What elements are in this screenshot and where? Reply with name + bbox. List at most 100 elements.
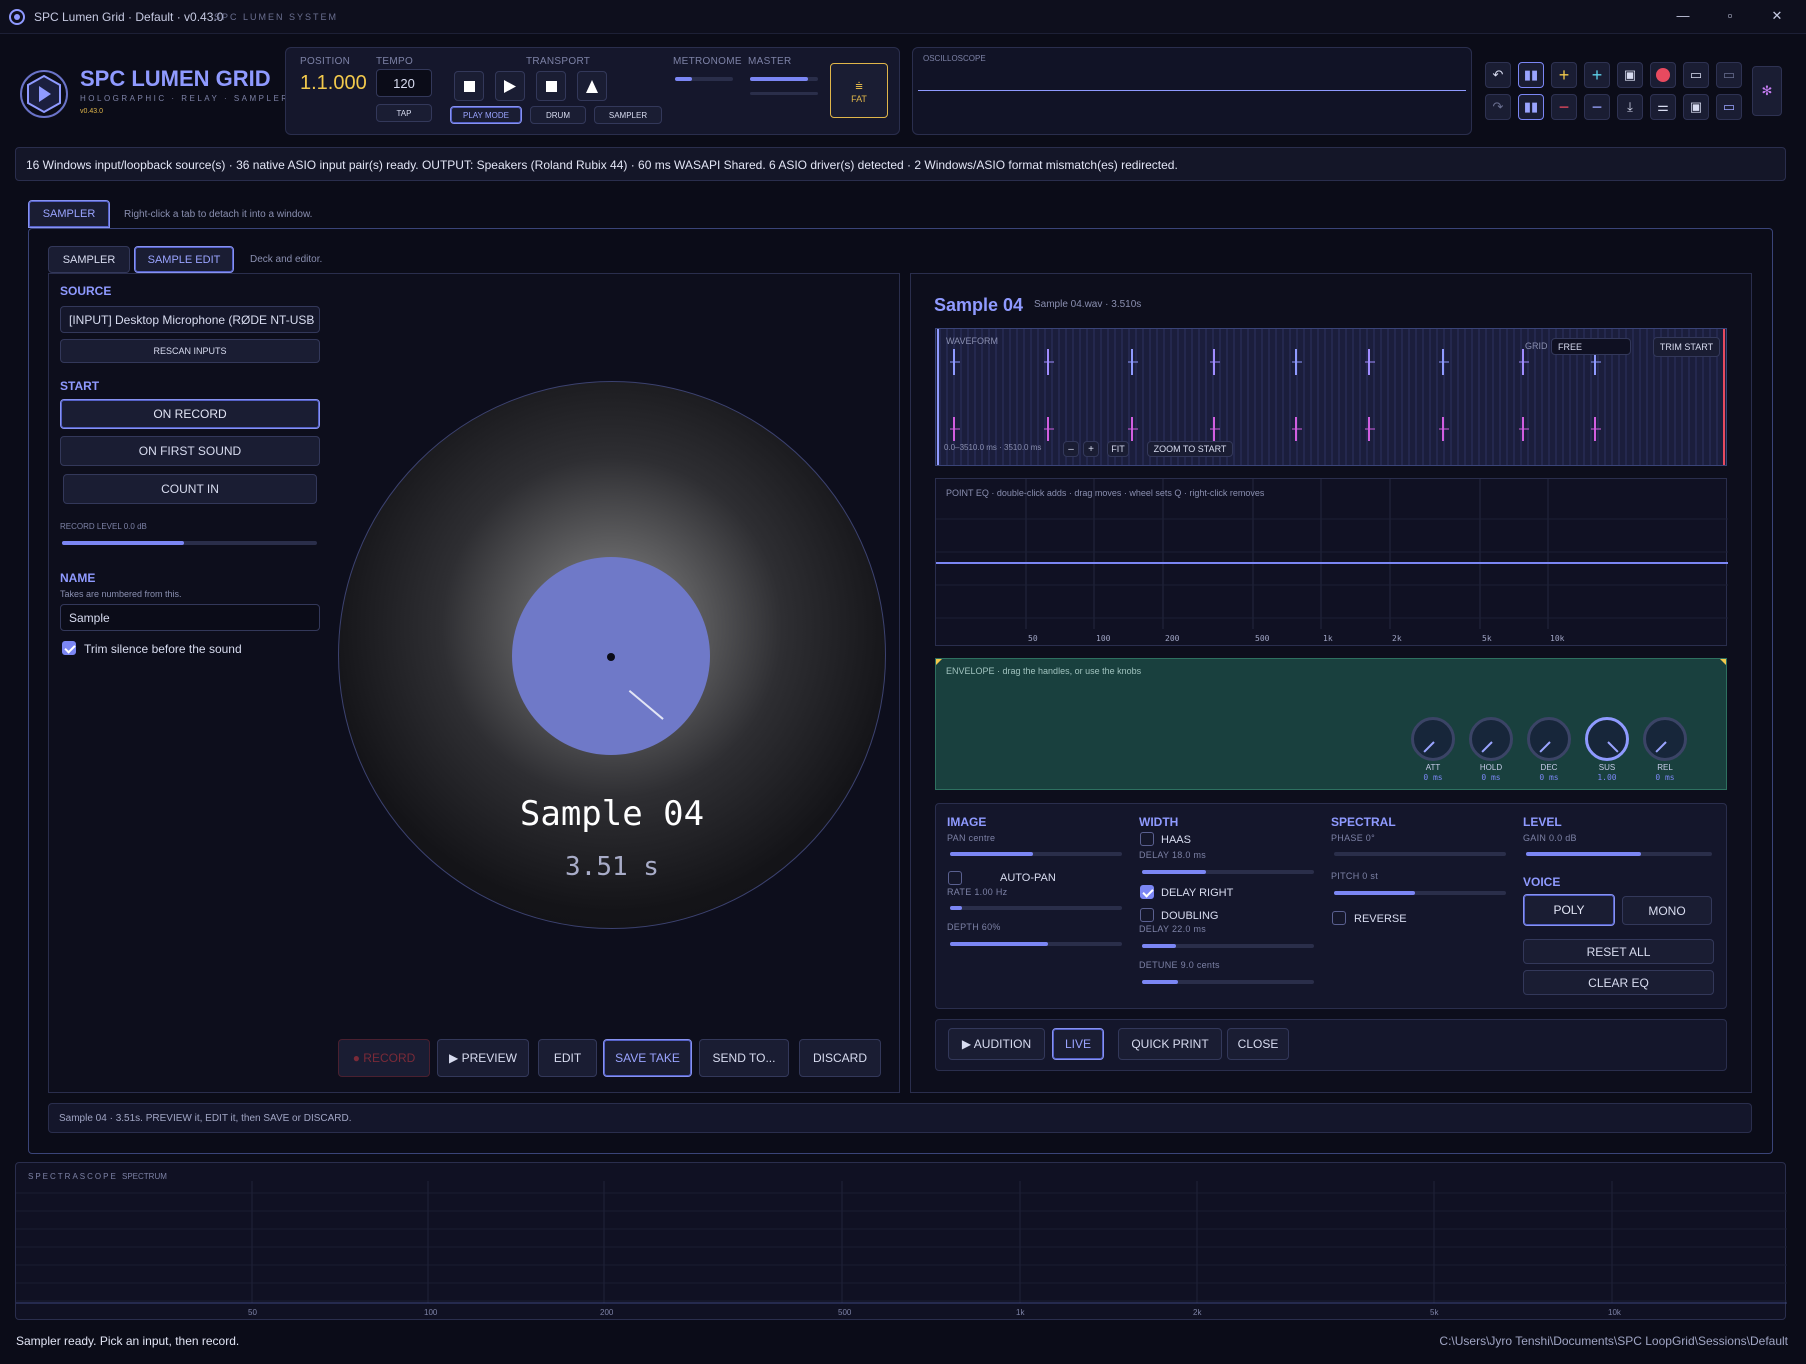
record-arm-icon[interactable] [1650, 62, 1676, 88]
width-header: WIDTH [1139, 815, 1179, 829]
delay-right-checkbox[interactable] [1140, 885, 1154, 899]
metronome-button[interactable] [577, 71, 607, 101]
transport-panel: POSITION 1.1.000 TEMPO 120 TAP TRANSPORT… [285, 47, 900, 135]
display-icon[interactable]: ▭ [1716, 62, 1742, 88]
redo-icon[interactable]: ↷ [1485, 94, 1511, 120]
play-mode-button[interactable]: PLAY MODE [450, 106, 522, 124]
record-button[interactable]: ● RECORD [338, 1039, 430, 1077]
knob-rel[interactable] [1643, 717, 1687, 761]
on-record-button[interactable]: ON RECORD [60, 399, 320, 429]
audition-button[interactable]: ▶ AUDITION [948, 1028, 1045, 1060]
eq-tick-label: 2k [1392, 634, 1402, 643]
pitch-slider[interactable] [1334, 891, 1506, 895]
deck-sample-name: Sample 04 [519, 794, 705, 834]
phase-slider[interactable] [1334, 852, 1506, 856]
knob-att[interactable] [1411, 717, 1455, 761]
detune-slider[interactable] [1142, 980, 1314, 984]
live-button[interactable]: LIVE [1052, 1028, 1104, 1060]
remove-channel-icon[interactable]: − [1584, 94, 1610, 120]
pan-slider[interactable] [950, 852, 1122, 856]
spectrum-tick-label: 50 [248, 1308, 257, 1317]
monitor-icon[interactable]: ▭ [1683, 62, 1709, 88]
stop-button[interactable] [454, 71, 484, 101]
tap-tempo-button[interactable]: TAP [376, 104, 432, 122]
record-level-slider[interactable] [62, 541, 317, 545]
settings-sliders-icon[interactable]: ⚌ [1650, 94, 1676, 120]
discard-button[interactable]: DISCARD [799, 1039, 881, 1077]
mixer-icon[interactable]: ▮▮ [1518, 62, 1544, 88]
undo-icon[interactable]: ↶ [1485, 62, 1511, 88]
fat-button[interactable]: ⩧ FAT [830, 63, 888, 118]
quick-print-button[interactable]: QUICK PRINT [1118, 1028, 1222, 1060]
on-first-sound-button[interactable]: ON FIRST SOUND [60, 436, 320, 466]
master-slider[interactable] [750, 77, 818, 81]
poly-button[interactable]: POLY [1523, 894, 1615, 926]
minimize-button[interactable]: — [1668, 8, 1698, 26]
tempo-input[interactable]: 120 [376, 69, 432, 97]
subtab-sampler[interactable]: SAMPLER [48, 246, 130, 273]
knob-sus[interactable] [1585, 717, 1629, 761]
zoom-in-button[interactable]: + [1083, 441, 1099, 457]
grid-select[interactable]: FREE [1551, 338, 1631, 355]
count-in-button[interactable]: COUNT IN [63, 474, 317, 504]
knob-dec[interactable] [1527, 717, 1571, 761]
haas-checkbox[interactable] [1140, 832, 1154, 846]
footer-session-path: C:\Users\Jyro Tenshi\Documents\SPC LoopG… [1439, 1334, 1788, 1348]
zoom-out-button[interactable]: – [1063, 441, 1079, 457]
rescan-inputs-button[interactable]: RESCAN INPUTS [60, 339, 320, 363]
hint-bar-text: Sample 04 · 3.51s. PREVIEW it, EDIT it, … [59, 1113, 352, 1124]
close-window-button[interactable]: ✕ [1762, 8, 1792, 26]
stop-icon [463, 80, 475, 92]
send-to-button[interactable]: SEND TO... [699, 1039, 789, 1077]
spectrascope-mode: SPECTRUM [122, 1172, 167, 1181]
depth-slider[interactable] [950, 942, 1122, 946]
tab-sampler[interactable]: SAMPLER [28, 200, 110, 228]
gear-icon[interactable]: ✻ [1752, 66, 1782, 116]
trim-silence-checkbox[interactable] [62, 641, 76, 655]
envelope-end-handle[interactable] [1720, 659, 1726, 665]
metronome-slider[interactable] [675, 77, 733, 81]
screen-icon[interactable]: ▭ [1716, 94, 1742, 120]
envelope-start-handle[interactable] [936, 659, 942, 665]
reset-all-button[interactable]: RESET ALL [1523, 939, 1714, 964]
mono-button[interactable]: MONO [1622, 896, 1712, 925]
delay-slider[interactable] [1142, 870, 1314, 874]
play-button[interactable] [495, 71, 525, 101]
reverse-checkbox[interactable] [1332, 911, 1346, 925]
master-meter [750, 92, 818, 95]
subtab-sample-edit[interactable]: SAMPLE EDIT [134, 246, 234, 273]
add-channel-icon[interactable]: + [1584, 62, 1610, 88]
fit-button[interactable]: FIT [1107, 441, 1129, 457]
auto-pan-checkbox[interactable] [948, 871, 962, 885]
envelope-label: ENVELOPE · drag the handles, or use the … [946, 666, 1142, 676]
knob-hold[interactable] [1469, 717, 1513, 761]
remove-track-icon[interactable]: − [1551, 94, 1577, 120]
clear-eq-button[interactable]: CLEAR EQ [1523, 970, 1714, 995]
download-icon[interactable]: ⤓ [1617, 94, 1643, 120]
point-eq-view[interactable]: 50 100 200 500 1k 2k 5k 10k POINT EQ · double-c… [935, 478, 1728, 646]
rate-slider[interactable] [950, 906, 1122, 910]
waveform-view[interactable]: WAVEFORM GRID FREE TRIM START 0.0–3510.0… [935, 328, 1727, 466]
name-input[interactable]: Sample [60, 604, 320, 631]
doubling-checkbox[interactable] [1140, 908, 1154, 922]
meters-icon[interactable]: ▮▮ [1518, 94, 1544, 120]
record-stop-button[interactable] [536, 71, 566, 101]
source-device-select[interactable]: [INPUT] Desktop Microphone (RØDE NT-USB ⌄ [60, 306, 320, 333]
save-as-icon[interactable]: ▣ [1683, 94, 1709, 120]
save-icon[interactable]: ▣ [1617, 62, 1643, 88]
delay2-slider[interactable] [1142, 944, 1314, 948]
drum-mode-button[interactable]: DRUM [530, 106, 586, 124]
maximize-button[interactable]: ▫ [1715, 8, 1745, 26]
trim-start-button[interactable]: TRIM START [1653, 337, 1720, 357]
gain-slider[interactable] [1526, 852, 1712, 856]
editor-file-info: Sample 04.wav · 3.510s [1034, 299, 1142, 310]
add-track-icon[interactable]: + [1551, 62, 1577, 88]
zoom-to-start-button[interactable]: ZOOM TO START [1147, 441, 1233, 457]
sampler-mode-button[interactable]: SAMPLER [594, 106, 662, 124]
edit-button[interactable]: EDIT [538, 1039, 597, 1077]
envelope-view[interactable]: ENVELOPE · drag the handles, or use the … [935, 658, 1727, 790]
preview-button[interactable]: ▶ PREVIEW [437, 1039, 529, 1077]
knob-label: HOLD [1479, 763, 1503, 772]
save-take-button[interactable]: SAVE TAKE [603, 1039, 692, 1077]
close-editor-button[interactable]: CLOSE [1227, 1028, 1289, 1060]
